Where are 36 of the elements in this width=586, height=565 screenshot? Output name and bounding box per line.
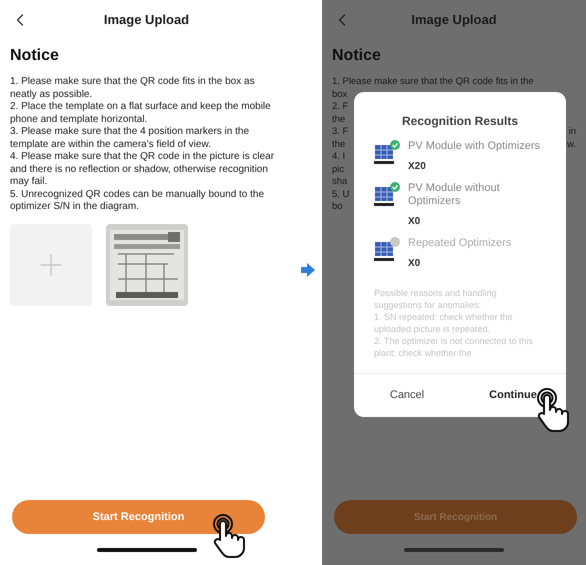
notice-text: sha: [332, 176, 348, 188]
result-count: X20: [408, 160, 427, 174]
result-label: PV Module with Optimizers: [408, 140, 540, 153]
notice-text: 5. U: [332, 188, 350, 201]
notice-text: 3. F: [332, 126, 348, 138]
cancel-button[interactable]: Cancel: [354, 374, 460, 417]
notice-text: bo: [332, 201, 343, 214]
right-arrow-icon: [300, 263, 314, 277]
notice-text: in: [568, 126, 576, 138]
solar-panel-icon: [374, 186, 396, 208]
notice-text: the: [332, 138, 346, 151]
result-label: PV Module without Optimizers: [408, 182, 501, 208]
anomaly-note: Possible reasons and handling suggestions for anomalies: 1. SN repeated: check whether the uploaded picture is repeated. 2. The optimizer is not connected to this plant: check whether the: [373, 287, 534, 359]
notice-text: the: [332, 114, 346, 126]
solar-panel-icon: [374, 144, 396, 166]
notice-text: 3. Please make sure that the 4 position markers in the template are within the camera's field of view.: [10, 126, 250, 151]
result-count: X0: [408, 215, 422, 229]
notice-text: 4. I: [332, 151, 346, 164]
notice-text: pic: [332, 164, 344, 176]
result-label: Repeated Optimizers: [408, 237, 512, 250]
notice-text: 4. Please make sure that the QR code in the picture is clear and there is no reflection or shadow, otherwise recognition may fail.: [10, 151, 276, 188]
notice-text: 1. Please make sure that the QR code fits in the box as neatly as possible.: [10, 76, 256, 101]
notice-text: w.: [567, 138, 576, 151]
notice-heading: Notice: [10, 46, 60, 66]
screen-title: Image Upload: [411, 11, 497, 30]
solar-panel-icon: [374, 241, 396, 263]
notice-text: 1. Please make sure that the QR code fits in the: [332, 76, 535, 88]
screen-title: Image Upload: [104, 11, 190, 30]
notice-heading: Notice: [332, 46, 382, 66]
notice-text: 5. Unrecognized QR codes can be manually bound to the optimizer S/N in the diagram.: [10, 188, 266, 214]
notice-text: 2. Place the template on a flat surface and keep the mobile phone and template horizontal.: [10, 101, 272, 126]
notice-text: box: [332, 88, 348, 101]
dialog-title: Recognition Results: [400, 113, 519, 130]
result-count: X0: [408, 257, 422, 271]
continue-button[interactable]: Continue: [460, 374, 566, 417]
notice-text: 2. F: [332, 101, 348, 114]
